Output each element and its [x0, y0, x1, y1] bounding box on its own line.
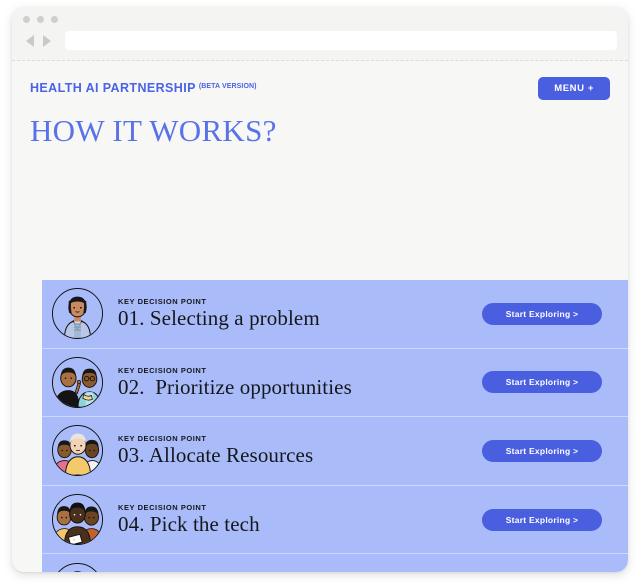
key-decision-point-label: KEY DECISION POINT — [118, 503, 482, 512]
decision-point-title: 01. Selecting a problem — [118, 307, 482, 331]
list-item-text: KEY DECISION POINT 04. Pick the tech — [118, 503, 482, 537]
browser-nav-row — [23, 31, 617, 50]
list-item[interactable]: KEY DECISION POINT 02. Prioritize opport… — [42, 349, 628, 418]
list-item-text: KEY DECISION POINT 03. Allocate Resource… — [118, 434, 482, 468]
list-item[interactable]: KEY DECISION POINT 01. Selecting a probl… — [42, 280, 628, 349]
brand-name: HEALTH AI PARTNERSHIP — [30, 82, 196, 95]
site-brand[interactable]: HEALTH AI PARTNERSHIP (BETA VERSION) — [30, 82, 257, 95]
person-single-bobhair-icon — [52, 288, 103, 339]
page-content: HEALTH AI PARTNERSHIP (BETA VERSION) MEN… — [12, 61, 628, 572]
list-item[interactable]: KEY DECISION POINT 05. Rolling out the t… — [42, 554, 628, 572]
minimize-dot-icon[interactable] — [37, 16, 44, 23]
list-item-text: KEY DECISION POINT 01. Selecting a probl… — [118, 297, 482, 331]
start-exploring-button[interactable]: Start Exploring > — [482, 440, 602, 462]
start-exploring-button[interactable]: Start Exploring > — [482, 509, 602, 531]
forward-button[interactable] — [40, 33, 54, 49]
decision-point-title: 02. Prioritize opportunities — [118, 376, 482, 400]
window-controls — [23, 16, 58, 23]
triangle-right-icon — [43, 35, 51, 47]
start-exploring-button[interactable]: Start Exploring > — [482, 371, 602, 393]
maximize-dot-icon[interactable] — [51, 16, 58, 23]
person-pair-pointing-icon — [52, 357, 103, 408]
key-decision-point-label: KEY DECISION POINT — [118, 297, 482, 306]
decision-point-list: KEY DECISION POINT 01. Selecting a probl… — [42, 280, 628, 572]
person-clinician-stethoscope-icon — [52, 563, 103, 572]
brand-beta-tag: (BETA VERSION) — [199, 82, 257, 91]
person-trio-icon — [52, 425, 103, 476]
triangle-left-icon — [26, 35, 34, 47]
site-header: HEALTH AI PARTNERSHIP (BETA VERSION) MEN… — [30, 61, 610, 99]
close-dot-icon[interactable] — [23, 16, 30, 23]
person-trio-laptop-icon — [52, 494, 103, 545]
list-item[interactable]: KEY DECISION POINT 03. Allocate Resource… — [42, 417, 628, 486]
list-item[interactable]: KEY DECISION POINT 04. Pick the tech Sta… — [42, 486, 628, 555]
key-decision-point-label: KEY DECISION POINT — [118, 434, 482, 443]
decision-point-title: 04. Pick the tech — [118, 513, 482, 537]
start-exploring-button[interactable]: Start Exploring > — [482, 303, 602, 325]
browser-window: HEALTH AI PARTNERSHIP (BETA VERSION) MEN… — [12, 7, 628, 572]
list-item-text: KEY DECISION POINT 02. Prioritize opport… — [118, 366, 482, 400]
browser-chrome — [12, 7, 628, 61]
decision-point-title: 03. Allocate Resources — [118, 444, 482, 468]
key-decision-point-label: KEY DECISION POINT — [118, 366, 482, 375]
page-title: HOW IT WORKS? — [30, 115, 290, 147]
url-input[interactable] — [65, 31, 617, 50]
menu-button[interactable]: MENU + — [538, 77, 610, 100]
back-button[interactable] — [23, 33, 37, 49]
